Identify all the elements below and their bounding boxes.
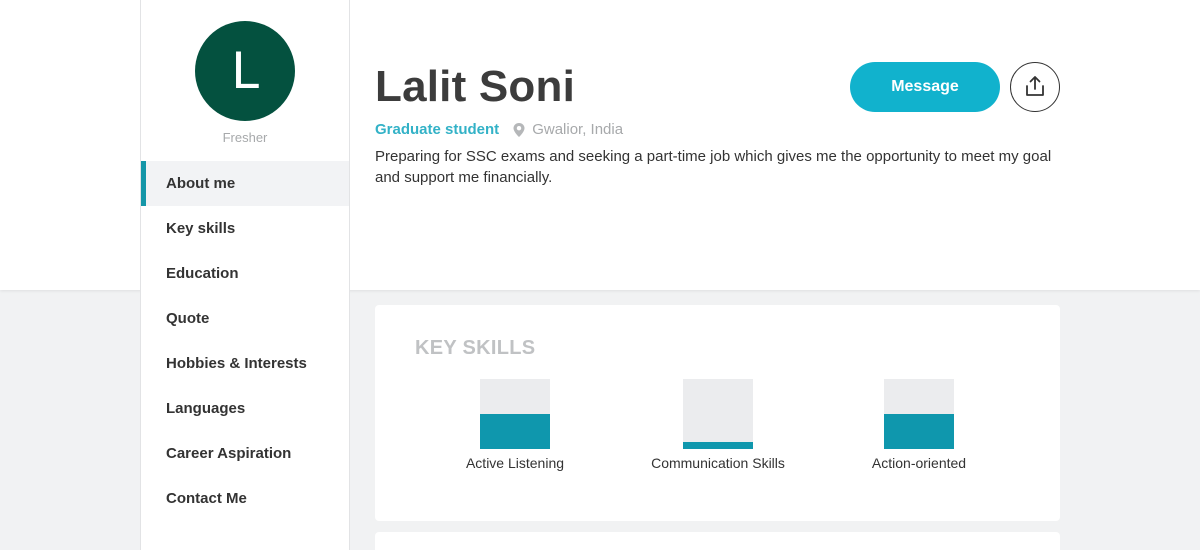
profile-bio: Preparing for SSC exams and seeking a pa… bbox=[375, 148, 1052, 186]
share-icon bbox=[1025, 75, 1045, 100]
profile-name: Lalit Soni bbox=[375, 62, 575, 111]
profile-sidebar: L Fresher About me Key skills Education … bbox=[140, 0, 350, 550]
nav-item-education[interactable]: Education bbox=[141, 251, 349, 296]
nav-item-key-skills[interactable]: Key skills bbox=[141, 206, 349, 251]
nav-item-hobbies-interests[interactable]: Hobbies & Interests bbox=[141, 341, 349, 386]
skill-bar-fill bbox=[480, 414, 550, 449]
skill-label: Active Listening bbox=[465, 455, 565, 471]
skill-bar bbox=[480, 379, 550, 449]
skill-label: Action-oriented bbox=[871, 455, 967, 471]
location-pin-icon bbox=[512, 122, 526, 138]
skill-bar-fill bbox=[884, 414, 954, 449]
key-skills-card: KEY SKILLS Active Listening Communicatio… bbox=[375, 305, 1060, 521]
profile-location: Gwalior, India bbox=[532, 121, 624, 138]
nav-item-quote[interactable]: Quote bbox=[141, 296, 349, 341]
section-nav: About me Key skills Education Quote Hobb… bbox=[141, 161, 349, 521]
key-skills-title: KEY SKILLS bbox=[415, 337, 536, 359]
message-button[interactable]: Message bbox=[850, 62, 1000, 112]
avatar: L bbox=[195, 21, 295, 121]
nav-item-contact-me[interactable]: Contact Me bbox=[141, 476, 349, 521]
skill-action-oriented: Action-oriented bbox=[829, 379, 1009, 471]
skill-active-listening: Active Listening bbox=[425, 379, 605, 471]
skill-bar bbox=[884, 379, 954, 449]
skill-bar bbox=[683, 379, 753, 449]
next-section-card bbox=[375, 532, 1060, 550]
skill-communication-skills: Communication Skills bbox=[628, 379, 808, 471]
share-button[interactable] bbox=[1010, 62, 1060, 112]
experience-level: Fresher bbox=[222, 130, 268, 145]
profile-meta: Graduate student Gwalior, India bbox=[375, 121, 623, 138]
nav-item-languages[interactable]: Languages bbox=[141, 386, 349, 431]
profile-role: Graduate student bbox=[375, 121, 500, 138]
nav-item-about-me[interactable]: About me bbox=[141, 161, 349, 206]
skill-bar-fill bbox=[683, 442, 753, 449]
profile-header: Lalit Soni Graduate student Gwalior, Ind… bbox=[375, 0, 1060, 290]
nav-item-career-aspiration[interactable]: Career Aspiration bbox=[141, 431, 349, 476]
skill-label: Communication Skills bbox=[651, 455, 785, 471]
